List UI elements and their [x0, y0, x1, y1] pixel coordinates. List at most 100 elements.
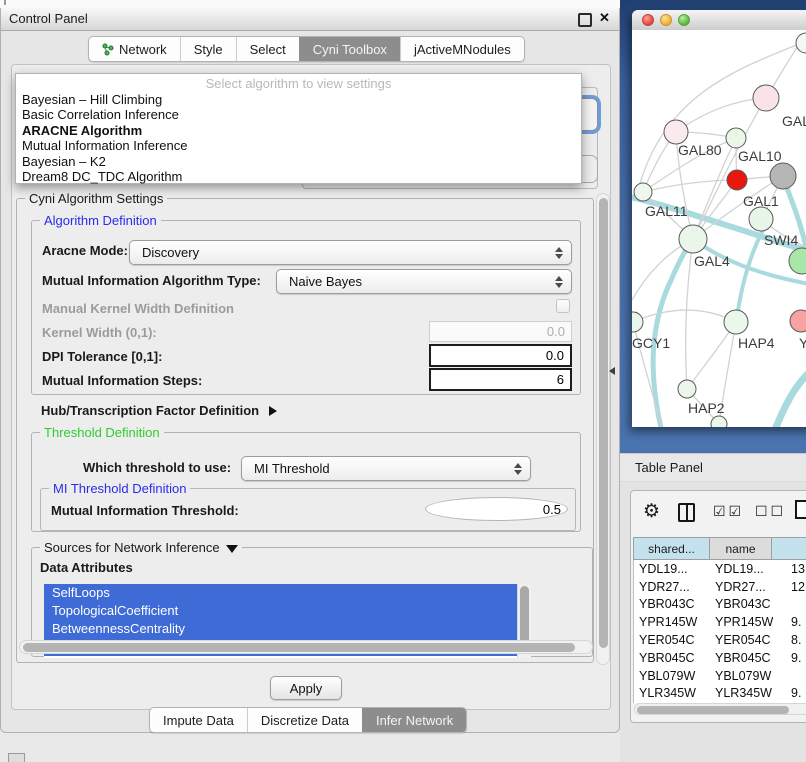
- algorithm-definition-title: Algorithm Definition: [40, 213, 161, 228]
- minimize-window-icon[interactable]: [660, 14, 672, 26]
- network-node[interactable]: [711, 416, 727, 427]
- tab-label: Style: [194, 42, 223, 57]
- network-node[interactable]: [770, 163, 796, 189]
- table-row[interactable]: YDL19...YDL19...13: [634, 560, 806, 578]
- attribute-item-selfloops[interactable]: SelfLoops: [44, 584, 517, 602]
- select-all-icon[interactable]: ☑☑: [713, 503, 744, 520]
- network-canvas[interactable]: GALGAL80GAL10GAL11GAL1GAL4SWI4GCY1HAP4YH…: [632, 30, 806, 427]
- close-window-icon[interactable]: [642, 14, 654, 26]
- tab-impute-data[interactable]: Impute Data: [150, 708, 247, 732]
- network-edge[interactable]: [686, 239, 693, 389]
- table-row[interactable]: YPR145WYPR145W9.: [634, 613, 806, 631]
- table-cell: 8.: [773, 633, 801, 647]
- table-row[interactable]: YBR043CYBR043C: [634, 596, 806, 614]
- scrollbar-thumb[interactable]: [637, 706, 789, 714]
- column-header-partial[interactable]: [772, 537, 806, 560]
- algorithm-option-basic-correlation-inference[interactable]: Basic Correlation Inference: [16, 107, 581, 122]
- network-node-gal11[interactable]: [634, 183, 652, 201]
- cyni-toolbox-content: Select algorithm to view settings Bayesi…: [11, 64, 611, 710]
- dpi-tolerance-input[interactable]: 0.0: [429, 344, 572, 367]
- algorithm-option-bayesian-hill-climbing[interactable]: Bayesian – Hill Climbing: [16, 92, 581, 107]
- network-node-hap4[interactable]: [724, 310, 748, 334]
- collapse-down-icon[interactable]: [226, 545, 238, 553]
- table-row[interactable]: YLR345WYLR345W9.: [634, 685, 806, 703]
- tab-infer-network[interactable]: Infer Network: [362, 708, 466, 732]
- table-row[interactable]: YER054CYER054C8.: [634, 631, 806, 649]
- attribute-item-betweennesscentrality[interactable]: BetweennessCentrality: [44, 620, 517, 638]
- tab-style[interactable]: Style: [180, 37, 236, 61]
- table-row[interactable]: YBL079WYBL079W: [634, 667, 806, 685]
- network-node-gal1[interactable]: [749, 207, 773, 231]
- table-row[interactable]: YDR27...YDR27...12: [634, 578, 806, 596]
- tab-label: Cyni Toolbox: [313, 42, 387, 57]
- columns-icon[interactable]: [678, 503, 695, 522]
- column-header-name[interactable]: name: [710, 537, 772, 560]
- network-node-gal4[interactable]: [679, 225, 707, 253]
- stepper-icon: [555, 247, 563, 259]
- which-threshold-select[interactable]: MI Threshold: [241, 456, 531, 481]
- column-header-shared-name[interactable]: shared...: [633, 537, 710, 560]
- algorithm-option-dream8-dc-tdc-algorithm[interactable]: Dream8 DC_TDC Algorithm: [16, 169, 581, 184]
- gear-icon[interactable]: ⚙: [643, 499, 660, 525]
- mi-type-select[interactable]: Naive Bayes: [276, 269, 572, 294]
- float-panel-icon[interactable]: [578, 13, 592, 27]
- apply-button[interactable]: Apply: [270, 676, 342, 700]
- network-node-hap2[interactable]: [678, 380, 696, 398]
- aracne-mode-select[interactable]: Discovery: [129, 240, 572, 265]
- table-cell: YBL079W: [634, 669, 711, 683]
- which-threshold-label: Which threshold to use:: [83, 460, 231, 475]
- network-node-gal10[interactable]: [726, 128, 746, 148]
- node-label: SWI4: [764, 232, 798, 248]
- network-edge-strong[interactable]: [653, 239, 693, 427]
- tab-select[interactable]: Select: [236, 37, 299, 61]
- table-cell: YBR045C: [711, 651, 773, 665]
- network-node-gcy1[interactable]: [632, 312, 643, 332]
- node-label: GCY1: [632, 335, 670, 351]
- panel-divider-handle[interactable]: [609, 367, 615, 375]
- expand-right-icon: [269, 406, 277, 416]
- tab-network[interactable]: Network: [89, 37, 180, 61]
- aracne-mode-label: Aracne Mode:: [42, 243, 128, 258]
- minimized-panel-icon[interactable]: [8, 753, 25, 762]
- table-panel-title: Table Panel: [635, 460, 703, 475]
- algorithm-option-bayesian-k2[interactable]: Bayesian – K2: [16, 154, 581, 169]
- mi-steps-input[interactable]: 6: [429, 368, 572, 391]
- deselect-all-icon[interactable]: ☐☐: [755, 503, 786, 520]
- network-node-swi4[interactable]: [789, 248, 806, 274]
- table-row[interactable]: YBR045CYBR045C9.: [634, 649, 806, 667]
- settings-horizontal-scrollbar[interactable]: [19, 640, 593, 654]
- threshold-definition-title: Threshold Definition: [40, 425, 164, 440]
- tab-discretize-data[interactable]: Discretize Data: [247, 708, 362, 732]
- network-node-gal80[interactable]: [664, 120, 688, 144]
- tab-label: Impute Data: [163, 713, 234, 728]
- attribute-item-topologicalcoefficient[interactable]: TopologicalCoefficient: [44, 602, 517, 620]
- network-edge[interactable]: [633, 310, 736, 322]
- network-graph: GALGAL80GAL10GAL11GAL1GAL4SWI4GCY1HAP4YH…: [632, 30, 806, 427]
- algorithm-dropdown-popup: Select algorithm to view settings Bayesi…: [15, 73, 582, 184]
- close-panel-icon[interactable]: ✕: [599, 10, 610, 26]
- algorithm-option-aracne-algorithm[interactable]: ARACNE Algorithm: [16, 123, 581, 138]
- scrollbar-thumb[interactable]: [599, 198, 608, 648]
- table-panel-header: Table Panel: [620, 453, 806, 482]
- network-node[interactable]: [727, 170, 747, 190]
- mi-threshold-input[interactable]: 0.5: [425, 497, 568, 521]
- network-window-titlebar[interactable]: [632, 10, 806, 31]
- table-cell: YBL079W: [711, 669, 773, 683]
- hub-definition-expander[interactable]: Hub/Transcription Factor Definition: [41, 402, 277, 420]
- table-cell: 13: [773, 562, 805, 576]
- algorithm-list: Bayesian – Hill ClimbingBasic Correlatio…: [16, 92, 581, 184]
- algorithm-option-mutual-information-inference[interactable]: Mutual Information Inference: [16, 138, 581, 153]
- network-node-y[interactable]: [790, 310, 806, 332]
- manual-kernel-checkbox[interactable]: [556, 299, 570, 313]
- network-edge-strong[interactable]: [774, 366, 806, 427]
- settings-vertical-scrollbar[interactable]: [596, 193, 610, 665]
- network-node[interactable]: [796, 33, 806, 53]
- network-node-gal[interactable]: [753, 85, 779, 111]
- scrollbar-thumb[interactable]: [23, 643, 575, 652]
- zoom-window-icon[interactable]: [678, 14, 690, 26]
- tab-cyni-toolbox[interactable]: Cyni Toolbox: [299, 37, 400, 61]
- kernel-width-input[interactable]: 0.0: [429, 321, 572, 342]
- export-table-icon[interactable]: [795, 500, 806, 519]
- table-horizontal-scrollbar[interactable]: [634, 703, 806, 715]
- tab-jactivemnodules[interactable]: jActiveMNodules: [400, 37, 524, 61]
